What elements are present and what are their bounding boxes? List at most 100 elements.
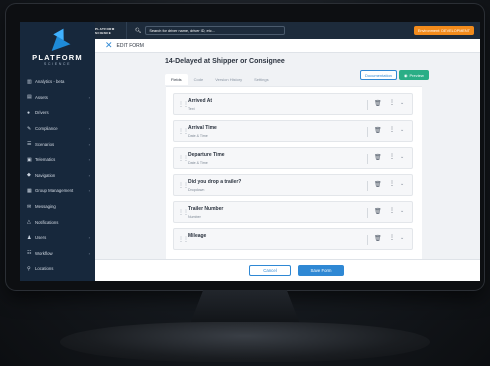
field-label: Departure Time bbox=[188, 152, 225, 158]
chevron-right-icon: › bbox=[88, 250, 90, 256]
main-content: 14-Delayed at Shipper or Consignee Field… bbox=[95, 53, 480, 259]
save-form-button[interactable]: Save Form bbox=[298, 265, 344, 276]
chevron-right-icon: › bbox=[88, 157, 90, 163]
chevron-right-icon: › bbox=[88, 94, 90, 100]
more-vertical-icon[interactable]: ⋮ bbox=[389, 126, 395, 133]
form-field-card[interactable]: ⋮⋮ Departure Time Date & Time 🗑︎ ⋮ ⌄ bbox=[173, 147, 413, 169]
chevron-right-icon: › bbox=[88, 235, 90, 241]
chevron-right-icon: › bbox=[88, 126, 90, 132]
search-input[interactable]: Search for driver name, driver ID, etc..… bbox=[145, 26, 286, 35]
trash-icon[interactable]: 🗑︎ bbox=[374, 100, 382, 107]
sidebar-logo[interactable]: PLATFORM SCIENCE bbox=[20, 22, 95, 74]
sidebar-item-group-management[interactable]: ▦ Group Management › bbox=[20, 183, 95, 199]
more-vertical-icon[interactable]: ⋮ bbox=[389, 99, 395, 106]
divider bbox=[367, 100, 368, 110]
trash-icon[interactable]: 🗑︎ bbox=[374, 208, 382, 215]
drag-handle-icon[interactable]: ⋮⋮ bbox=[178, 236, 189, 243]
user-icon: ● bbox=[27, 109, 31, 116]
monitor-frame: PLATFORM SCIENCE ▥ Analytics - beta ▤ Asset… bbox=[6, 4, 484, 290]
form-title: 14-Delayed at Shipper or Consignee bbox=[165, 58, 285, 65]
more-vertical-icon[interactable]: ⋮ bbox=[389, 153, 395, 160]
drag-handle-icon[interactable]: ⋮⋮ bbox=[178, 128, 189, 135]
form-field-card[interactable]: ⋮⋮ Arrived At Text 🗑︎ ⋮ ⌄ bbox=[173, 93, 413, 115]
fields-list: ⋮⋮ Arrived At Text 🗑︎ ⋮ ⌄ ⋮⋮ Arrival Time Date &… bbox=[166, 86, 422, 259]
field-label: Did you drop a trailer? bbox=[188, 179, 242, 185]
sidebar-item-label: Group Management bbox=[35, 188, 74, 194]
sidebar-item-notifications[interactable]: △ Notifications bbox=[20, 214, 95, 230]
divider bbox=[367, 235, 368, 245]
divider bbox=[367, 208, 368, 218]
chevron-down-icon[interactable]: ⌄ bbox=[400, 181, 404, 187]
chevron-down-icon[interactable]: ⌄ bbox=[400, 208, 404, 214]
more-vertical-icon[interactable]: ⋮ bbox=[389, 180, 395, 187]
field-type: Text bbox=[188, 107, 195, 111]
cancel-button[interactable]: Cancel bbox=[249, 265, 291, 276]
sidebar-item-label: Notifications bbox=[35, 219, 59, 225]
divider bbox=[367, 127, 368, 137]
tab-version-history[interactable]: Version History bbox=[209, 74, 248, 85]
sidebar-item-label: Locations bbox=[35, 266, 54, 272]
trash-icon[interactable]: 🗑︎ bbox=[374, 235, 382, 242]
topbar-logo[interactable]: PLATFORM SCIENCE bbox=[95, 22, 127, 39]
trash-icon[interactable]: 🗑︎ bbox=[374, 154, 382, 161]
documentation-button[interactable]: Documentation bbox=[360, 70, 397, 80]
field-label: Trailer Number bbox=[188, 206, 224, 212]
tab-settings[interactable]: Settings bbox=[248, 74, 274, 85]
sidebar-item-compliance[interactable]: ✎ Compliance › bbox=[20, 121, 95, 137]
chevron-down-icon[interactable]: ⌄ bbox=[400, 154, 404, 160]
field-type: Number bbox=[188, 215, 201, 219]
chevron-right-icon: › bbox=[88, 172, 90, 178]
sidebar-item-label: Assets bbox=[35, 94, 48, 100]
sidebar-item-messaging[interactable]: ✉ Messaging bbox=[20, 199, 95, 215]
list-icon: ☰ bbox=[27, 141, 32, 148]
form-field-card[interactable]: ⋮⋮ Trailer Number Number 🗑︎ ⋮ ⌄ bbox=[173, 201, 413, 223]
chevron-down-icon[interactable]: ⌄ bbox=[400, 235, 404, 241]
sidebar-nav: ▥ Analytics - beta ▤ Assets › ● Drivers ✎ Compli… bbox=[20, 74, 95, 277]
close-icon[interactable]: ✕ bbox=[105, 41, 113, 50]
more-vertical-icon[interactable]: ⋮ bbox=[389, 234, 395, 241]
form-footer: Cancel Save Form bbox=[95, 259, 480, 281]
monitor-stand-neck bbox=[190, 290, 300, 324]
sidebar-item-drivers[interactable]: ● Drivers bbox=[20, 105, 95, 121]
field-label: Mileage bbox=[188, 233, 207, 239]
divider bbox=[367, 181, 368, 191]
drag-handle-icon[interactable]: ⋮⋮ bbox=[178, 101, 189, 108]
trash-icon[interactable]: 🗑︎ bbox=[374, 127, 382, 134]
form-field-card[interactable]: ⋮⋮ Arrival Time Date & Time 🗑︎ ⋮ ⌄ bbox=[173, 120, 413, 142]
wrench-icon: ✎ bbox=[27, 125, 32, 132]
tab-fields[interactable]: Fields bbox=[165, 73, 188, 85]
field-label: Arrived At bbox=[188, 98, 212, 104]
sidebar-item-scenarios[interactable]: ☰ Scenarios › bbox=[20, 136, 95, 152]
sidebar-item-locations[interactable]: ⚲ Locations bbox=[20, 261, 95, 277]
field-type: Dropdown bbox=[188, 188, 205, 192]
sidebar-item-label: Analytics - beta bbox=[35, 79, 65, 85]
drag-handle-icon[interactable]: ⋮⋮ bbox=[178, 182, 189, 189]
drag-handle-icon[interactable]: ⋮⋮ bbox=[178, 209, 189, 216]
form-field-card[interactable]: ⋮⋮ Did you drop a trailer? Dropdown 🗑︎ ⋮ ⌄ bbox=[173, 174, 413, 196]
sidebar-item-assets[interactable]: ▤ Assets › bbox=[20, 90, 95, 106]
sidebar-item-navigation[interactable]: ◆ Navigation › bbox=[20, 168, 95, 184]
form-field-card[interactable]: ⋮⋮ Mileage 🗑︎ ⋮ ⌄ bbox=[173, 228, 413, 250]
bell-icon: △ bbox=[27, 219, 31, 226]
drag-handle-icon[interactable]: ⋮⋮ bbox=[178, 155, 189, 162]
sidebar-item-analytics-beta[interactable]: ▥ Analytics - beta bbox=[20, 74, 95, 90]
sidebar-item-users[interactable]: ♟ Users › bbox=[20, 230, 95, 246]
grid-icon: ▦ bbox=[27, 187, 32, 194]
users-icon: ♟ bbox=[27, 234, 32, 241]
sidebar-item-telematics[interactable]: ▣ Telematics › bbox=[20, 152, 95, 168]
logo-subtext: SCIENCE bbox=[43, 62, 72, 66]
sidebar-item-label: Scenarios bbox=[35, 141, 55, 147]
trash-icon[interactable]: 🗑︎ bbox=[374, 181, 382, 188]
sidebar-item-label: Workflow bbox=[35, 250, 53, 256]
chevron-down-icon[interactable]: ⌄ bbox=[400, 100, 404, 106]
preview-button[interactable]: ◉ Preview bbox=[399, 70, 429, 80]
tab-code[interactable]: Code bbox=[188, 74, 210, 85]
sidebar: PLATFORM SCIENCE ▥ Analytics - beta ▤ Asset… bbox=[20, 22, 95, 281]
sidebar-item-workflow[interactable]: ☷ Workflow › bbox=[20, 246, 95, 262]
sidebar-item-label: Compliance bbox=[35, 126, 58, 132]
more-vertical-icon[interactable]: ⋮ bbox=[389, 207, 395, 214]
chevron-down-icon[interactable]: ⌄ bbox=[400, 127, 404, 133]
sidebar-item-label: Telematics bbox=[35, 157, 56, 163]
sidebar-item-label: Users bbox=[35, 235, 47, 241]
eye-icon: ◉ bbox=[404, 72, 408, 78]
